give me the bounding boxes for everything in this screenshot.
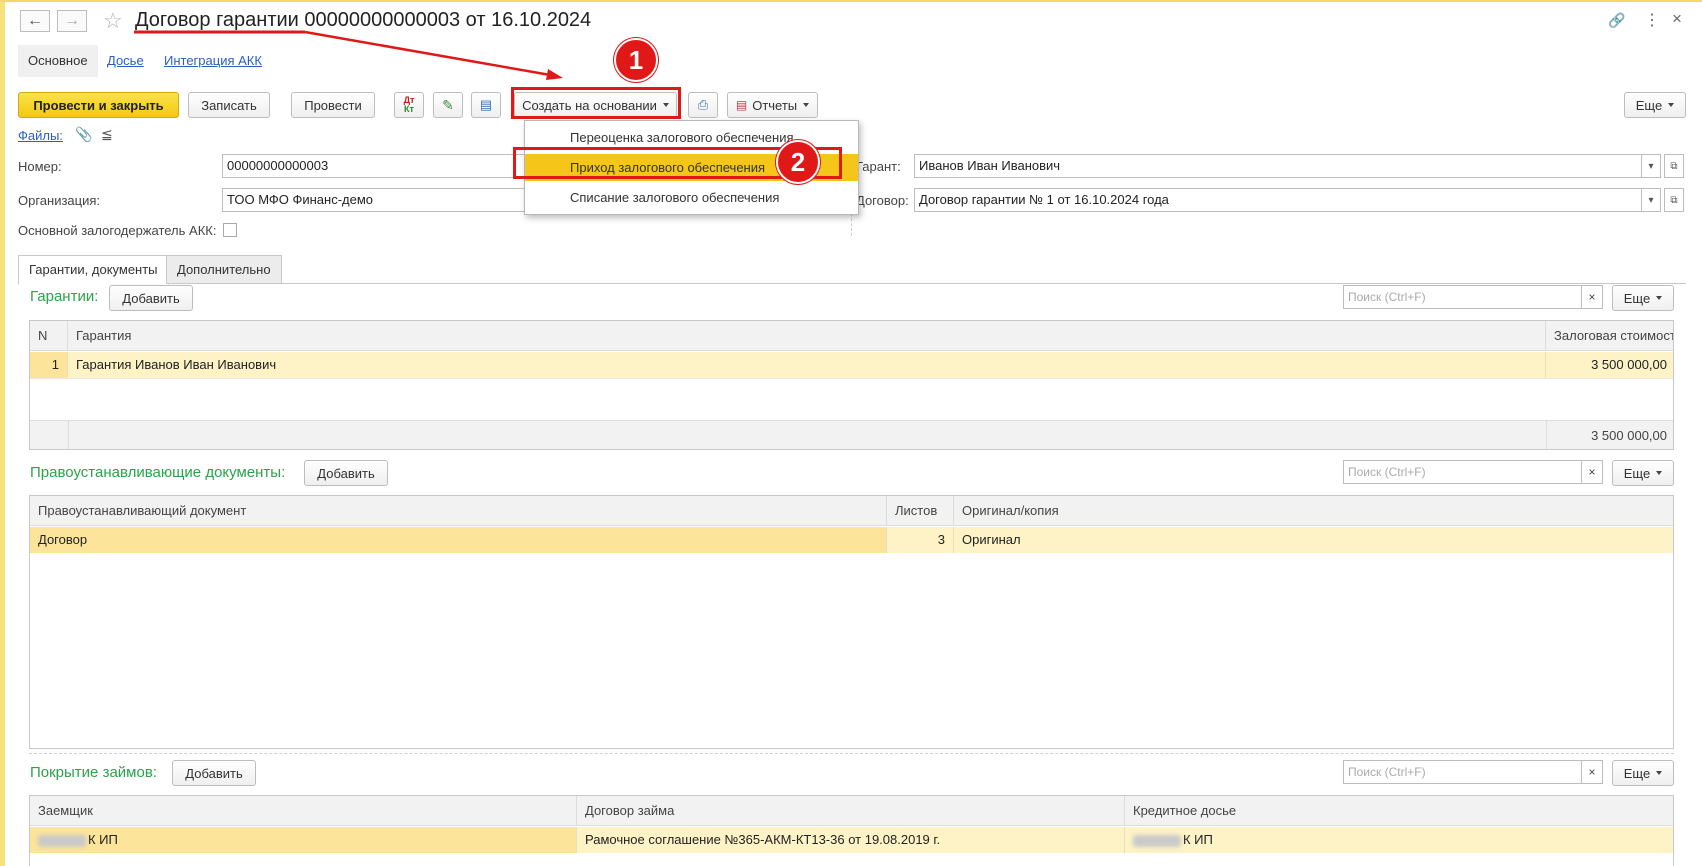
annotation-marker-1: 1 [614, 38, 658, 82]
annotation-marker-2: 2 [776, 140, 820, 184]
annotation-box-create-based [511, 87, 681, 119]
annotation-arrow [134, 30, 563, 80]
